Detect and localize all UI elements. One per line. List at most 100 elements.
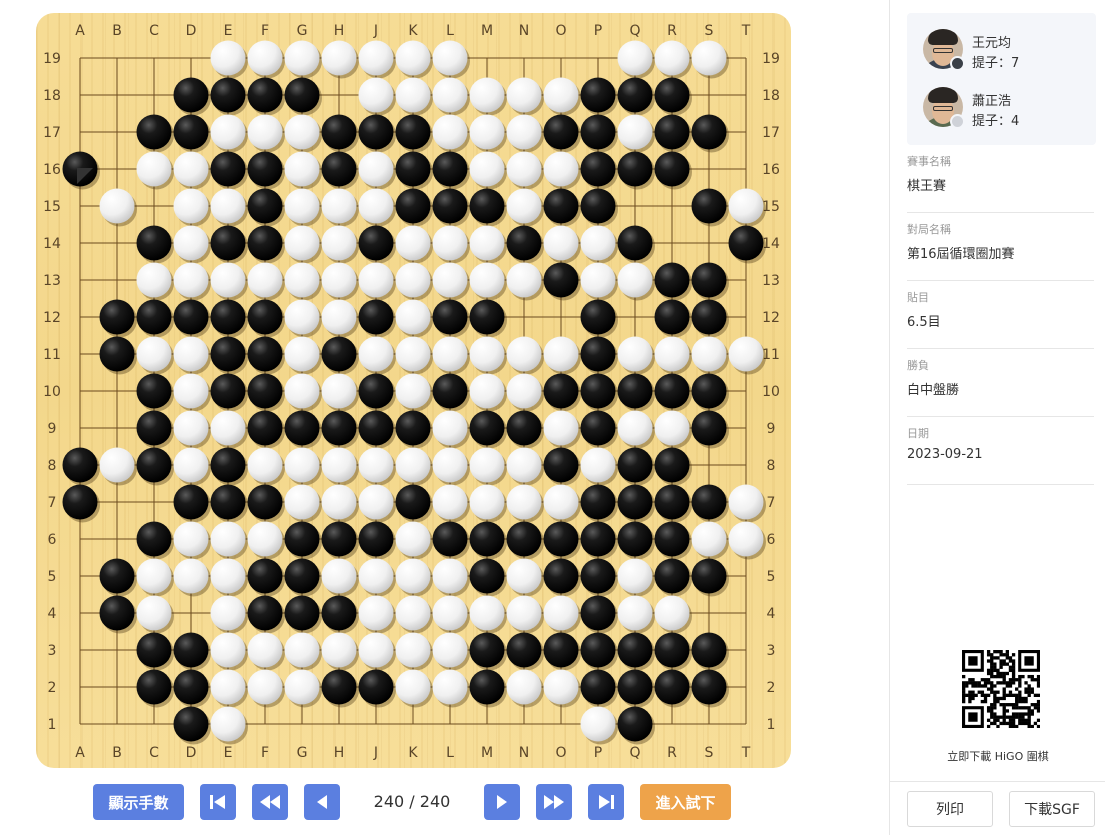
row-label: 6 [767,532,776,548]
black-stone [358,669,394,705]
white-stone [136,558,172,594]
black-stone [691,262,727,298]
white-stone [506,484,542,520]
black-stone [469,299,505,335]
next-move-button[interactable] [484,784,520,820]
white-stone [210,188,246,224]
info-round: 對局名稱 第16屆循環圈加賽 [907,213,1094,281]
black-stone [580,299,616,335]
download-sgf-button[interactable]: 下載SGF [1009,791,1095,827]
black-stone-icon [950,56,965,71]
white-stone [543,77,579,113]
row-label: 7 [48,495,57,511]
white-stone [395,40,431,76]
white-stone [210,410,246,446]
white-stone [469,225,505,261]
white-stone [654,595,690,631]
last-move-button[interactable] [588,784,624,820]
first-move-button[interactable] [200,784,236,820]
white-stone [247,632,283,668]
white-stone [321,373,357,409]
black-stone [395,188,431,224]
black-stone [99,336,135,372]
row-label: 6 [48,532,57,548]
white-stone [506,558,542,594]
black-stone [358,299,394,335]
black-stone [580,410,616,446]
info-label: 日期 [907,427,929,440]
white-stone [321,299,357,335]
white-stone [358,77,394,113]
previous-move-button[interactable] [304,784,340,820]
white-stone [395,225,431,261]
column-label: C [149,23,159,39]
board-pane: A A B B C C D D E E F F G G H H J J K K L L M M N N O O P P Q Q R R S S T T 19… [0,0,880,835]
column-label: R [667,23,677,39]
white-stone [358,151,394,187]
black-stone [654,114,690,150]
app-root: A A B B C C D D E E F F G G H H J J K K L L M M N N O O P P Q Q R R S S T T 19… [0,0,1105,835]
white-stone [284,151,320,187]
qr-caption: 立即下載 HiGO 圍棋 [947,750,1049,763]
black-stone [617,632,653,668]
column-label: B [112,745,122,761]
white-stone [432,484,468,520]
black-stone [543,558,579,594]
white-stone [617,595,653,631]
white-stone [506,373,542,409]
black-stone [136,521,172,557]
black-stone [469,521,505,557]
white-stone [395,595,431,631]
show-move-numbers-button[interactable]: 顯示手數 [93,784,184,820]
white-stone [395,336,431,372]
white-stone [358,40,394,76]
white-stone [469,484,505,520]
try-mode-button[interactable]: 進入試下 [640,784,731,820]
black-stone [654,521,690,557]
row-label: 10 [43,384,61,400]
black-stone [506,410,542,446]
board-grid[interactable]: AABBCCDDEEFFGGHHJJKKLLMMNNOOPPQQRRSSTT19… [36,13,791,768]
go-board[interactable]: A A B B C C D D E E F F G G H H J J K K L L M M N N O O P P Q Q R R S S T T 19… [36,13,791,768]
row-label: 18 [43,88,61,104]
black-stone [358,410,394,446]
white-stone [469,151,505,187]
white-stone [358,558,394,594]
column-label: A [75,23,85,39]
white-stone [728,484,764,520]
row-label: 1 [767,717,776,733]
white-stone [691,521,727,557]
white-stone [395,373,431,409]
black-stone [617,521,653,557]
black-stone [136,299,172,335]
white-stone [506,595,542,631]
forward-ten-moves-button[interactable] [536,784,572,820]
print-button[interactable]: 列印 [907,791,993,827]
white-stone [210,595,246,631]
column-label: H [334,745,345,761]
white-stone [284,336,320,372]
back-ten-moves-button[interactable] [252,784,288,820]
info-value: 6.5目 [907,315,941,330]
white-stone [321,262,357,298]
column-label: Q [629,23,640,39]
row-label: 18 [762,88,780,104]
row-label: 4 [48,606,57,622]
black-stone [210,299,246,335]
black-stone [580,558,616,594]
qr-code-icon[interactable] [962,650,1040,728]
black-stone [358,114,394,150]
white-stone [284,40,320,76]
row-label: 3 [48,643,57,659]
black-stone [99,299,135,335]
black-stone [321,595,357,631]
black-stone [284,410,320,446]
white-stone [173,225,209,261]
white-stone [173,262,209,298]
white-stone [469,447,505,483]
white-stone [284,632,320,668]
white-stone [469,262,505,298]
black-stone [728,225,764,261]
white-stone [358,484,394,520]
info-label: 賽事名稱 [907,155,951,168]
